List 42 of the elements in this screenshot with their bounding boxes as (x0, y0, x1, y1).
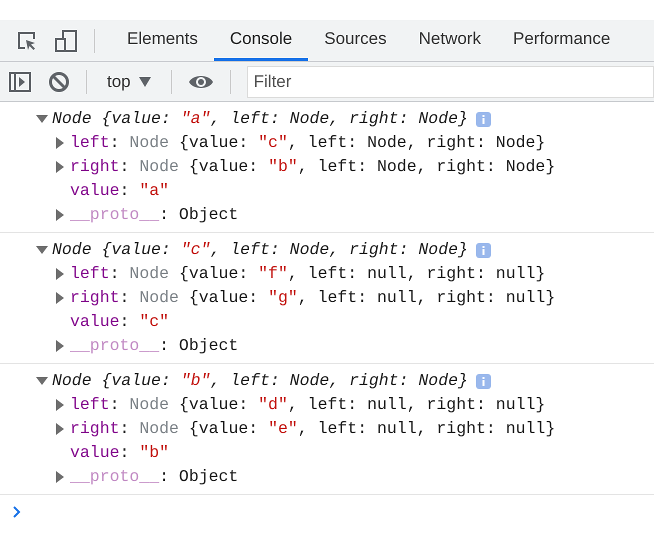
panel-tab[interactable]: Network (402, 20, 497, 61)
prompt-chevron-icon (12, 504, 22, 519)
filter-field[interactable]: Filter (246, 66, 654, 98)
object-summary: Node {value: "a", left: Node, right: Node} (52, 108, 468, 130)
context-dropdown[interactable]: top (103, 68, 155, 94)
info-icon (476, 112, 491, 126)
property-line: left: Node {value: "d", left: null, right: null} (70, 394, 546, 416)
expand-arrow-icon[interactable] (54, 268, 66, 280)
property-line: __proto__: Object (70, 335, 238, 357)
object-summary: Node {value: "b", left: Node, right: Node} (52, 370, 468, 392)
property-line: __proto__: Object (70, 466, 238, 488)
property-line: right: Node {value: "g", left: null, right: null} (70, 287, 556, 309)
property-line: left: Node {value: "f", left: null, right: null} (70, 263, 546, 285)
collapse-arrow-icon[interactable] (36, 113, 48, 125)
property-line: __proto__: Object (70, 204, 238, 226)
property-line: value: "a" (70, 180, 170, 202)
property-line: left: Node {value: "c", left: Node, right: Node} (70, 132, 546, 154)
clear-console-icon[interactable] (48, 70, 70, 92)
property-line: value: "c" (70, 311, 170, 333)
info-icon (476, 242, 491, 258)
collapse-arrow-icon[interactable] (36, 244, 48, 256)
panel-tab[interactable]: Performance (496, 20, 626, 61)
property-line: right: Node {value: "b", left: Node, right: Node} (70, 156, 556, 178)
expand-arrow-icon[interactable] (54, 399, 66, 411)
expand-arrow-icon[interactable] (54, 161, 66, 173)
sidebar-toggle-icon[interactable] (8, 70, 32, 92)
property-line: value: "b" (70, 442, 170, 464)
expand-arrow-icon[interactable] (54, 292, 66, 304)
panel-tab[interactable]: Elements (111, 20, 214, 61)
property-line: right: Node {value: "e", left: null, right: null} (70, 418, 556, 440)
info-icon (476, 374, 491, 388)
inspect-element-icon[interactable] (16, 30, 38, 52)
expand-arrow-icon[interactable] (54, 423, 66, 435)
expand-arrow-icon[interactable] (54, 471, 66, 483)
expand-arrow-icon[interactable] (54, 340, 66, 352)
collapse-arrow-icon[interactable] (36, 375, 48, 387)
panel-tab[interactable]: Sources (308, 20, 403, 61)
dropdown-caret-icon (138, 76, 151, 86)
expand-arrow-icon[interactable] (54, 209, 66, 221)
expand-arrow-icon[interactable] (54, 137, 66, 149)
device-toolbar-icon[interactable] (54, 28, 78, 52)
object-summary: Node {value: "c", left: Node, right: Node} (52, 239, 468, 261)
